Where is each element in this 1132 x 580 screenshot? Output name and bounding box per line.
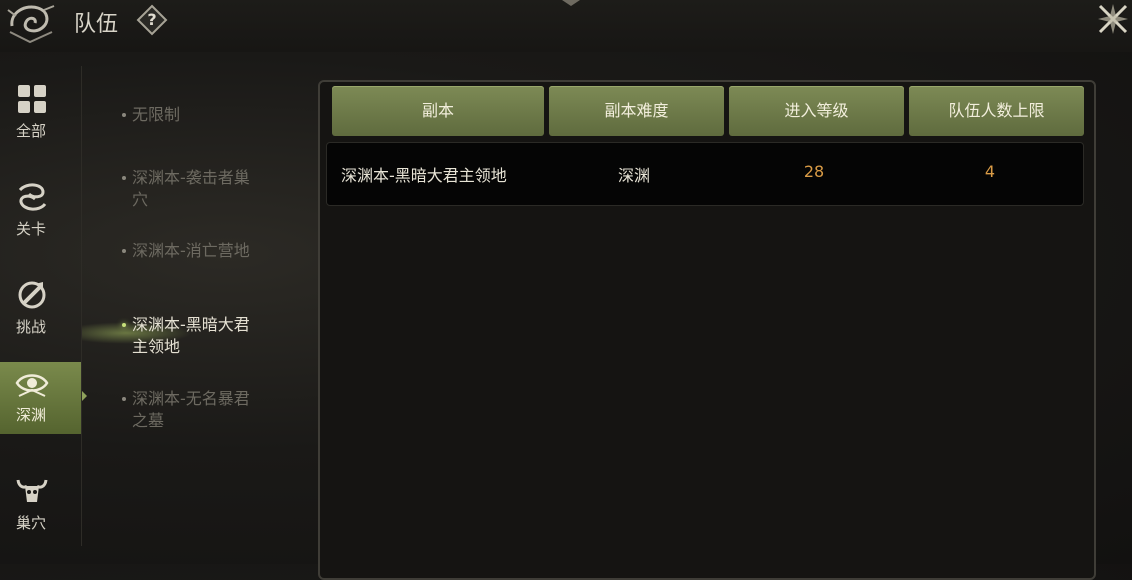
bullet-icon [122, 113, 126, 117]
bull-skull-icon [16, 479, 48, 502]
cell-level: 28 [803, 162, 825, 181]
category-label: 关卡 [15, 220, 46, 238]
category-label: 全部 [15, 122, 46, 140]
grid-icon [18, 85, 46, 113]
category-label: 巢穴 [15, 514, 46, 532]
sword-icon [18, 281, 46, 309]
column-header-difficulty[interactable]: 副本难度 [549, 86, 724, 136]
bullet-icon [122, 176, 126, 180]
category-stages[interactable]: 关卡 [0, 176, 82, 248]
category-abyss[interactable]: 深渊 [0, 362, 82, 434]
close-icon[interactable] [1094, 0, 1132, 38]
help-label: ? [147, 10, 157, 29]
category-all[interactable]: 全部 [0, 78, 82, 150]
swirl-icon [18, 183, 47, 211]
bullet-icon [122, 397, 126, 401]
category-label: 挑战 [15, 318, 46, 336]
cell-dungeon-name: 深渊本-黑暗大君主领地 [341, 166, 507, 185]
top-bar [0, 0, 1132, 52]
column-header-max-members[interactable]: 队伍人数上限 [909, 86, 1084, 136]
column-header-level[interactable]: 进入等级 [729, 86, 904, 136]
eye-icon [15, 374, 49, 397]
category-label: 深渊 [15, 406, 46, 424]
sidebar-divider [81, 66, 82, 546]
category-challenge[interactable]: 挑战 [0, 274, 82, 346]
subcategory-label: 深渊本-无名暴君之墓 [132, 389, 250, 430]
column-header-dungeon[interactable]: 副本 [332, 86, 544, 136]
bullet-icon [122, 249, 126, 253]
subcategory-label: 无限制 [132, 105, 181, 124]
category-sidebar: 全部 关卡 挑战 深渊 巢穴 [0, 52, 82, 564]
category-lair[interactable]: 巢穴 [0, 470, 82, 542]
bullet-icon [122, 323, 126, 327]
page-title: 队伍 [74, 12, 119, 37]
help-button[interactable]: ? [136, 4, 168, 36]
cell-difficulty: 深渊 [617, 166, 650, 185]
dragon-emblem-icon [7, 5, 55, 44]
active-arrow-icon [82, 391, 87, 401]
subcategory-label: 深渊本-袭击者巢穴 [132, 168, 250, 209]
subcategory-label: 深渊本-黑暗大君主领地 [132, 315, 250, 356]
cell-max-members: 4 [984, 162, 996, 181]
subcategory-label: 深渊本-消亡营地 [132, 241, 250, 260]
